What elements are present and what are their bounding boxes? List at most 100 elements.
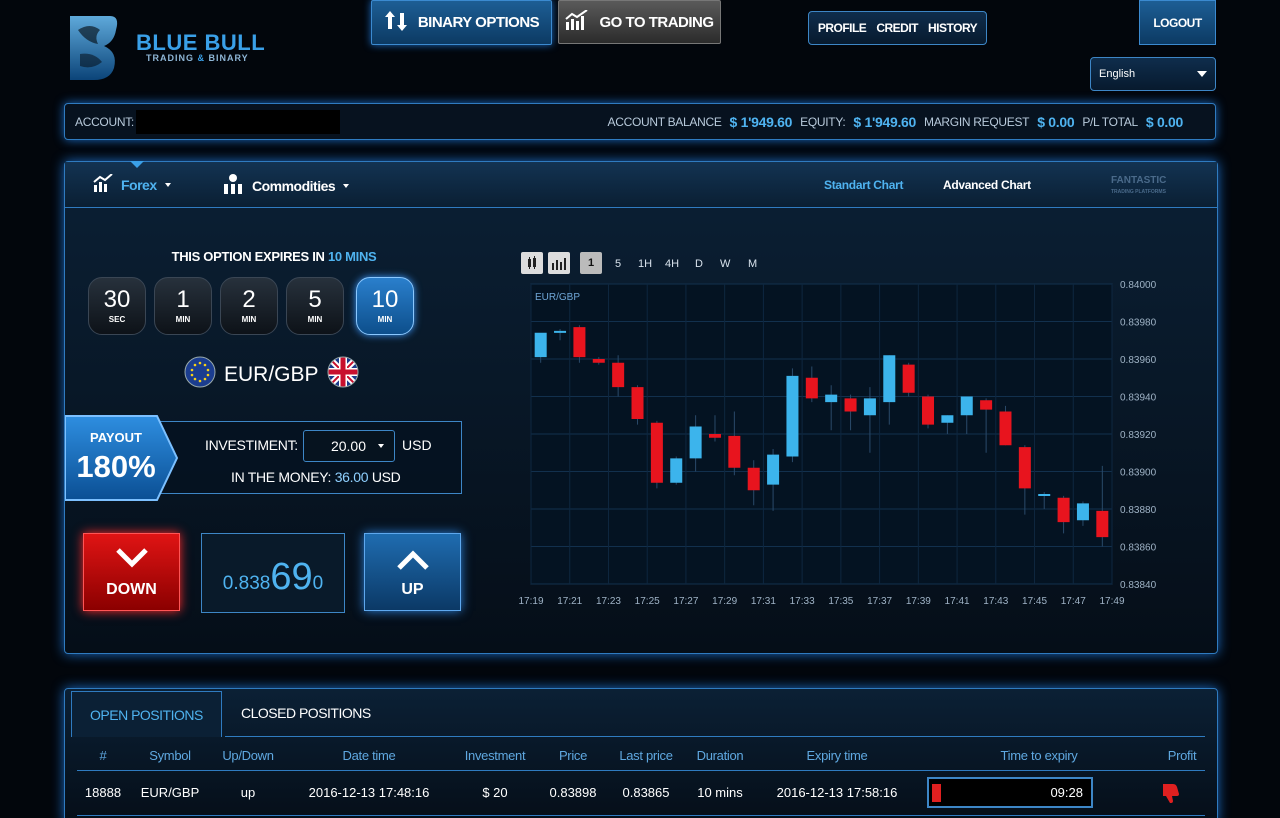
candle-down xyxy=(1018,447,1031,489)
y-tick-label: 0.83980 xyxy=(1120,318,1157,329)
x-tick-label: 17:47 xyxy=(1061,596,1086,607)
bar-chart-icon[interactable] xyxy=(548,252,570,274)
pl-label: P/L TOTAL xyxy=(1082,114,1138,129)
up-button[interactable]: UP xyxy=(364,533,461,611)
forex-chevron-icon xyxy=(164,182,171,187)
account-id-redacted xyxy=(135,109,340,134)
col-id: # xyxy=(99,748,107,763)
candle-down xyxy=(650,422,663,483)
investment-value: 20.00 xyxy=(330,438,366,454)
history-link[interactable]: HISTORY xyxy=(928,21,978,35)
col-time-to-expiry: Time to expiry xyxy=(1000,748,1078,763)
tab-open-positions[interactable]: OPEN POSITIONS xyxy=(71,691,222,737)
price-main: 69 xyxy=(270,556,313,598)
chart-up-icon xyxy=(565,9,589,34)
y-tick-label: 0.83920 xyxy=(1120,430,1157,441)
standard-chart-link[interactable]: Standart Chart xyxy=(824,178,903,192)
price-chart[interactable]: 0.84000 0.83980 0.83960 0.83940 0.83920 0.839… xyxy=(505,276,1185,614)
balance-label: ACCOUNT BALANCE xyxy=(607,114,722,129)
investment-select[interactable]: 20.00 xyxy=(303,430,395,462)
x-tick-label: 17:43 xyxy=(983,596,1008,607)
investment-chevron-icon xyxy=(378,444,384,448)
candle-chart-icon[interactable] xyxy=(521,252,543,274)
commodities-chevron-icon xyxy=(343,183,350,188)
col-last-price: Last price xyxy=(619,748,673,763)
col-datetime: Date time xyxy=(342,748,396,763)
x-tick-label: 17:35 xyxy=(828,596,853,607)
brand-tagline: TRADING & BINARY xyxy=(146,53,249,63)
go-to-trading-button[interactable]: GO TO TRADING xyxy=(558,0,721,44)
cell-last-price: 0.83865 xyxy=(622,785,670,800)
down-label: DOWN xyxy=(106,580,157,598)
y-tick-label: 0.83960 xyxy=(1120,355,1157,366)
candle-down xyxy=(747,467,760,491)
trading-panel: Forex Commodities Standart Chart Advance… xyxy=(64,161,1218,654)
duration-30sec-button[interactable]: 30 SEC xyxy=(88,277,146,335)
candle-down xyxy=(805,377,818,399)
timeframe-1h[interactable]: 1H xyxy=(638,258,652,270)
positions-panel: OPEN POSITIONS CLOSED POSITIONS # Symbol… xyxy=(64,688,1218,818)
candle-down xyxy=(922,396,935,425)
tab-commodities[interactable]: Commodities xyxy=(222,174,350,197)
advanced-chart-link[interactable]: Advanced Chart xyxy=(943,178,1031,192)
candle-up xyxy=(825,394,838,403)
account-bar: ACCOUNT: ACCOUNT BALANCE $ 1'949.60 EQUI… xyxy=(64,103,1216,140)
candle-up xyxy=(786,375,799,457)
duration-5min-button[interactable]: 5 MIN xyxy=(286,277,344,335)
y-tick-label: 0.83840 xyxy=(1120,580,1157,591)
tab-forex[interactable]: Forex xyxy=(93,173,171,195)
candle-down xyxy=(708,434,721,438)
timeframe-4h[interactable]: 4H xyxy=(665,258,679,270)
balance-value: $ 1'949.60 xyxy=(729,113,793,130)
cell-datetime: 2016-12-13 17:48:16 xyxy=(308,785,430,800)
commodities-label: Commodities xyxy=(252,177,336,194)
candle-down xyxy=(902,364,915,393)
col-profit: Profit xyxy=(1167,748,1197,763)
candle-up xyxy=(883,355,896,403)
timeframe-m[interactable]: M xyxy=(748,258,757,270)
candle-up xyxy=(554,330,567,333)
down-button[interactable]: DOWN xyxy=(83,533,180,611)
logout-button[interactable]: LOGOUT xyxy=(1139,0,1216,45)
uk-flag-icon xyxy=(327,356,359,394)
language-select[interactable]: English xyxy=(1090,57,1216,91)
candle-down xyxy=(1096,510,1109,538)
candle-up xyxy=(670,458,683,483)
credit-link[interactable]: CREDIT xyxy=(876,21,918,35)
x-tick-label: 17:41 xyxy=(945,596,970,607)
language-value: English xyxy=(1099,68,1136,80)
candle-up xyxy=(941,415,954,423)
timeframe-5[interactable]: 5 xyxy=(615,258,621,270)
chevron-down-icon xyxy=(1197,71,1207,77)
col-direction: Up/Down xyxy=(222,748,274,763)
timeframe-d[interactable]: D xyxy=(695,258,703,270)
timeframe-1[interactable]: 1 xyxy=(580,252,602,274)
x-tick-label: 17:29 xyxy=(712,596,737,607)
binary-options-label: BINARY OPTIONS xyxy=(417,14,540,31)
cell-symbol: EUR/GBP xyxy=(140,785,200,800)
account-label: ACCOUNT: xyxy=(75,114,134,129)
binary-options-button[interactable]: BINARY OPTIONS xyxy=(371,0,552,45)
col-duration: Duration xyxy=(696,748,744,763)
candle-up xyxy=(1038,494,1051,496)
candle-up xyxy=(1076,503,1089,521)
duration-2min-button[interactable]: 2 MIN xyxy=(220,277,278,335)
go-to-trading-label: GO TO TRADING xyxy=(599,13,714,31)
profile-link[interactable]: PROFILE xyxy=(818,21,867,35)
tab-divider xyxy=(225,736,1205,737)
tab-closed-positions[interactable]: CLOSED POSITIONS xyxy=(223,691,389,735)
duration-1min-button[interactable]: 1 MIN xyxy=(154,277,212,335)
bull-logo-icon xyxy=(64,12,120,82)
time-to-expiry-value: 09:28 xyxy=(1050,785,1083,800)
candle-down xyxy=(844,398,857,412)
investment-currency: USD xyxy=(402,437,432,453)
investment-label: INVESTIMENT: xyxy=(205,437,298,453)
duration-10min-button[interactable]: 10 MIN xyxy=(356,277,414,335)
timeframe-w[interactable]: W xyxy=(720,258,730,270)
y-tick-label: 0.83860 xyxy=(1120,543,1157,554)
x-tick-label: 17:49 xyxy=(1099,596,1124,607)
eu-flag-icon xyxy=(184,356,216,394)
col-investment: Investment xyxy=(464,748,526,763)
series-label: EUR/GBP xyxy=(535,292,580,303)
candle-down xyxy=(980,400,993,410)
